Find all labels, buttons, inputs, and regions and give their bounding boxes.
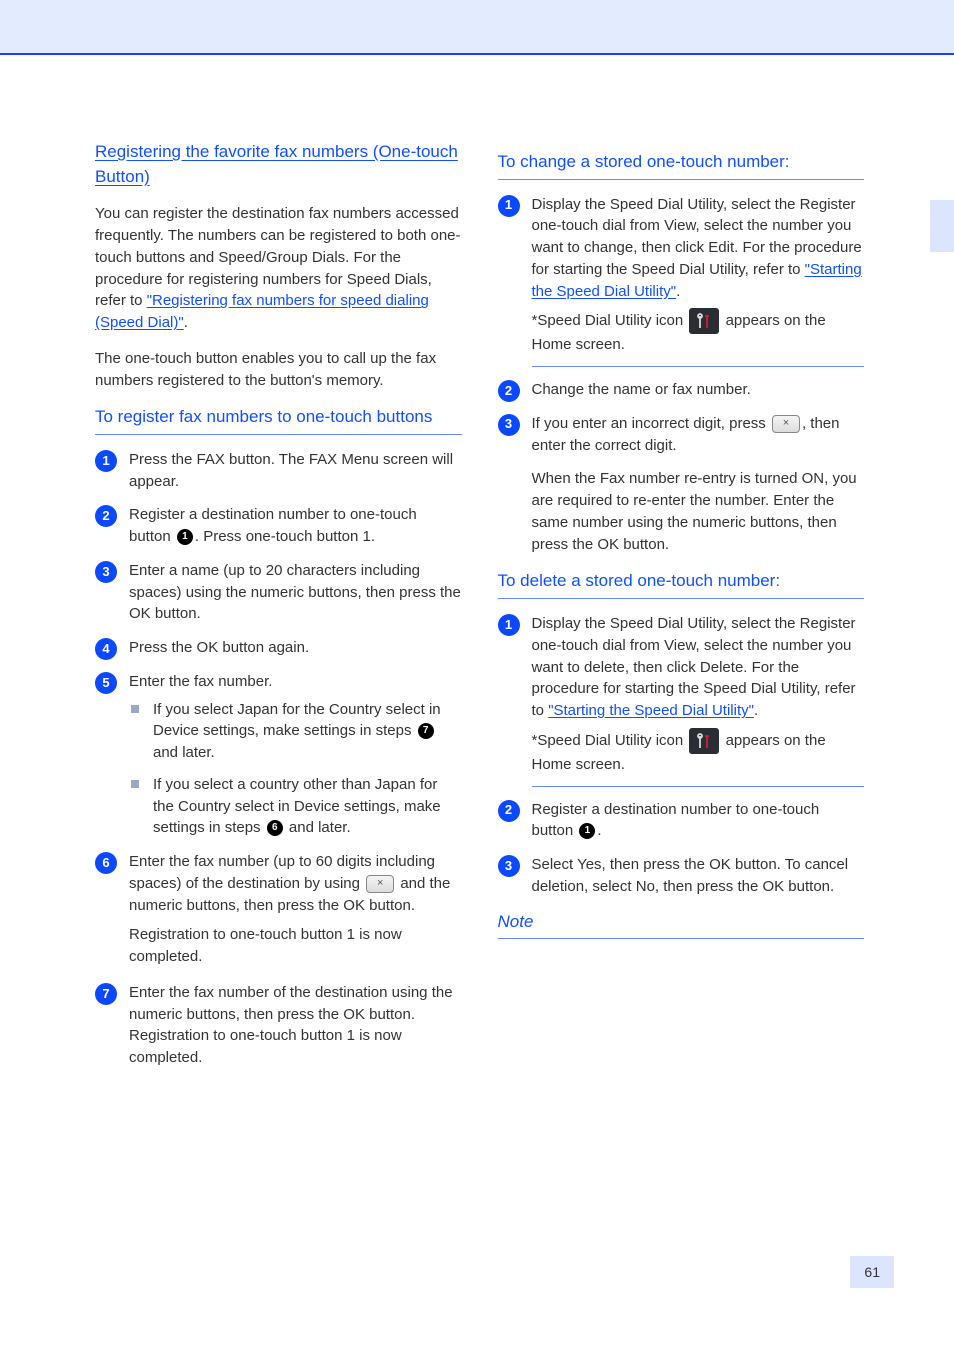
intro-paragraph-1: You can register the destination fax num… <box>95 203 462 334</box>
backspace-key-icon <box>366 875 394 893</box>
step-number-icon: 3 <box>498 414 520 436</box>
step-5-sublist: If you select Japan for the Country sele… <box>129 699 462 840</box>
step-number-icon: 2 <box>498 800 520 822</box>
step-number-icon: 4 <box>95 638 117 660</box>
step-5-sub-2: If you select a country other than Japan… <box>129 774 462 839</box>
re-entry-note: When the Fax number re-entry is turned O… <box>532 468 865 555</box>
step-number-icon: 3 <box>498 855 520 877</box>
utility-icon-note-1: *Speed Dial Utility icon appears on the … <box>532 308 865 356</box>
link-start-utility-2[interactable]: "Starting the Speed Dial Utility" <box>548 702 754 719</box>
step-number-icon: 5 <box>95 672 117 694</box>
intro-paragraph-2: The one-touch button enables you to call… <box>95 348 462 392</box>
subhead-delete-one-touch: To delete a stored one-touch number: <box>498 569 865 599</box>
utility-icon-note-2: *Speed Dial Utility icon appears on the … <box>532 728 865 776</box>
backspace-key-icon <box>772 415 800 433</box>
step-7: 7 Enter the fax number of the destinatio… <box>95 982 462 1069</box>
step-number-icon: 2 <box>498 380 520 402</box>
inline-ref-icon: 1 <box>177 529 193 545</box>
step-6-followup: Registration to one-touch button 1 is no… <box>129 924 462 968</box>
page-number: 61 <box>850 1256 894 1288</box>
change-step-3: 3 If you enter an incorrect digit, press… <box>498 413 865 457</box>
subhead-change-one-touch: To change a stored one-touch number: <box>498 150 865 180</box>
change-step-2: 2 Change the name or fax number. <box>498 379 865 401</box>
divider <box>532 366 865 367</box>
step-number-icon: 6 <box>95 852 117 874</box>
section-thumb-tab <box>930 200 954 252</box>
delete-step-2: 2 Register a destination number to one-t… <box>498 799 865 843</box>
speed-dial-utility-icon <box>689 728 719 754</box>
left-column: Registering the favorite fax numbers (On… <box>95 140 462 1081</box>
delete-step-1: 1 Display the Speed Dial Utility, select… <box>498 613 865 787</box>
divider <box>532 786 865 787</box>
step-number-icon: 3 <box>95 561 117 583</box>
delete-steps: 1 Display the Speed Dial Utility, select… <box>498 613 865 898</box>
step-1: 1 Press the FAX button. The FAX Menu scr… <box>95 449 462 493</box>
change-steps: 1 Display the Speed Dial Utility, select… <box>498 194 865 457</box>
section-heading-register: Registering the favorite fax numbers (On… <box>95 140 462 189</box>
page-content: Registering the favorite fax numbers (On… <box>0 55 954 1081</box>
step-2: 2 Register a destination number to one-t… <box>95 504 462 548</box>
step-6: 6 Enter the fax number (up to 60 digits … <box>95 851 462 968</box>
step-number-icon: 1 <box>498 614 520 636</box>
step-number-icon: 1 <box>95 450 117 472</box>
step-number-icon: 7 <box>95 983 117 1005</box>
step-3: 3 Enter a name (up to 20 characters incl… <box>95 560 462 625</box>
note-heading: Note <box>498 910 865 940</box>
register-steps: 1 Press the FAX button. The FAX Menu scr… <box>95 449 462 1069</box>
delete-step-3: 3 Select Yes, then press the OK button. … <box>498 854 865 898</box>
step-5: 5 Enter the fax number. If you select Ja… <box>95 671 462 839</box>
step-5-sub-1: If you select Japan for the Country sele… <box>129 699 462 764</box>
change-step-1: 1 Display the Speed Dial Utility, select… <box>498 194 865 368</box>
subhead-register-one-touch: To register fax numbers to one-touch but… <box>95 405 462 435</box>
step-number-icon: 1 <box>498 195 520 217</box>
inline-ref-icon: 1 <box>579 823 595 839</box>
right-column: To change a stored one-touch number: 1 D… <box>498 140 865 1081</box>
page-header-band <box>0 0 954 55</box>
inline-ref-icon: 7 <box>418 723 434 739</box>
step-4: 4 Press the OK button again. <box>95 637 462 659</box>
speed-dial-utility-icon <box>689 308 719 334</box>
inline-ref-icon: 6 <box>267 820 283 836</box>
step-number-icon: 2 <box>95 505 117 527</box>
